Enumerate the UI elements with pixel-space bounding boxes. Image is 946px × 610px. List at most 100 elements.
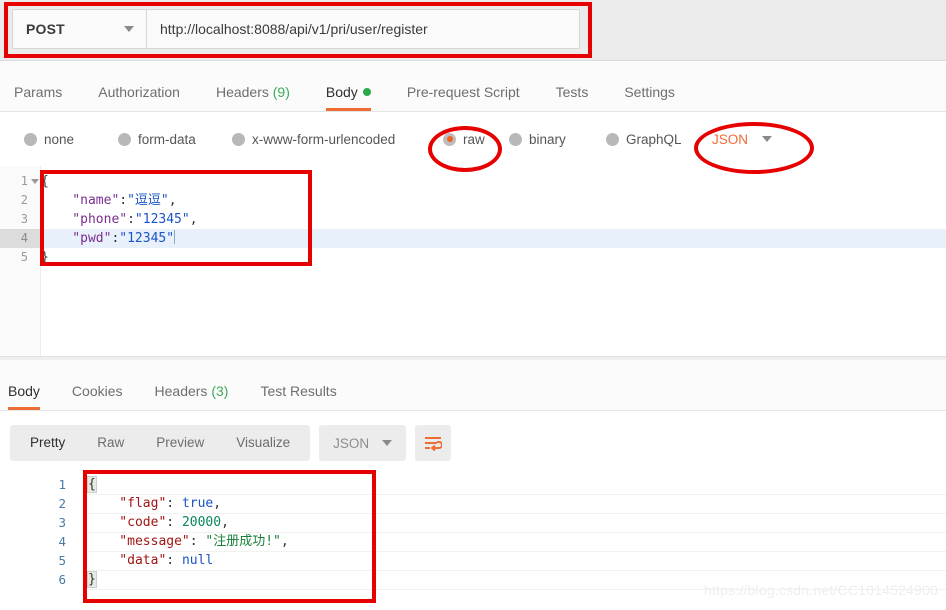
response-tab-count: (3) bbox=[211, 383, 229, 399]
response-tab-body[interactable]: Body bbox=[8, 383, 40, 410]
request-url-bar-band: POST http://localhost:8088/api/v1/pri/us… bbox=[0, 0, 946, 61]
request-code-area[interactable]: { "name":"逗逗", "phone":"12345", "pwd":"1… bbox=[41, 166, 946, 356]
http-method-selector[interactable]: POST bbox=[13, 10, 147, 48]
request-tab-headers[interactable]: Headers (9) bbox=[216, 84, 290, 111]
request-code-line: { bbox=[41, 172, 946, 191]
radio-icon bbox=[443, 132, 456, 146]
request-line-number: 3 bbox=[0, 210, 28, 229]
code-token: : bbox=[166, 553, 182, 568]
request-tab-label: Settings bbox=[624, 84, 675, 100]
word-wrap-icon bbox=[425, 437, 443, 451]
code-token: "12345" bbox=[134, 212, 190, 227]
response-view-preview[interactable]: Preview bbox=[140, 425, 220, 461]
body-type-label: binary bbox=[529, 131, 566, 147]
request-tab-count: (9) bbox=[272, 84, 290, 100]
request-tab-label: Headers bbox=[215, 84, 269, 100]
body-type-label: none bbox=[44, 131, 75, 147]
request-line-number: 5 bbox=[0, 248, 28, 267]
response-code-line: "flag": true, bbox=[88, 494, 946, 513]
body-type-label: x-www-form-urlencoded bbox=[252, 131, 396, 147]
request-tab-label: Body bbox=[325, 84, 358, 100]
response-view-mode-group: Pretty Raw Preview Visualize bbox=[10, 425, 311, 461]
body-type-label: raw bbox=[463, 131, 485, 147]
request-line-number: 2 bbox=[0, 191, 28, 210]
request-tab-label: Authorization bbox=[98, 84, 180, 100]
body-type-row: none form-data x-www-form-urlencoded raw bin… bbox=[0, 112, 946, 166]
chevron-down-icon bbox=[382, 440, 393, 446]
body-type-label: form-data bbox=[138, 131, 196, 147]
body-type-raw[interactable]: raw bbox=[443, 132, 485, 147]
response-line-number: 5 bbox=[58, 553, 66, 568]
raw-format-selector[interactable]: JSON bbox=[712, 132, 773, 147]
request-body-editor[interactable]: 12345 { "name":"逗逗", "phone":"12345", "p… bbox=[0, 166, 946, 356]
request-line-number-text: 1 bbox=[20, 174, 28, 188]
response-tab-test-results[interactable]: Test Results bbox=[260, 383, 336, 410]
body-present-dot-icon bbox=[362, 88, 371, 96]
code-token: "pwd" bbox=[41, 231, 112, 246]
radio-icon bbox=[232, 132, 245, 146]
body-type-x-www-form-urlencoded[interactable]: x-www-form-urlencoded bbox=[232, 132, 395, 147]
response-line-number: 4 bbox=[58, 534, 66, 549]
response-tab-cookies[interactable]: Cookies bbox=[72, 383, 123, 410]
response-tab-label: Headers bbox=[154, 383, 208, 399]
response-code-line: "data": null bbox=[88, 551, 946, 570]
request-tab-bar: Params Authorization Headers (9) Body Pre-re… bbox=[0, 61, 946, 112]
response-tab-label: Test Results bbox=[260, 383, 337, 399]
chevron-down-icon bbox=[124, 26, 134, 32]
radio-icon bbox=[509, 132, 522, 146]
http-method-label: POST bbox=[26, 21, 65, 37]
code-token: "flag" bbox=[88, 496, 167, 511]
radio-icon bbox=[118, 132, 131, 146]
code-token: : bbox=[127, 212, 135, 227]
code-token: : bbox=[166, 496, 182, 511]
body-type-graphql[interactable]: GraphQL bbox=[606, 132, 682, 147]
body-type-none[interactable]: none bbox=[24, 132, 74, 147]
request-tab-label: Params bbox=[14, 84, 63, 100]
response-tab-bar: Body Cookies Headers (3) Test Results bbox=[0, 360, 946, 411]
response-code-line: "message": "注册成功!", bbox=[88, 532, 946, 551]
response-view-raw[interactable]: Raw bbox=[81, 425, 140, 461]
response-body-viewer[interactable]: 1 {2 "flag": true, 3 "code": 20000, 4 "mess… bbox=[0, 468, 946, 610]
response-row-rule bbox=[88, 589, 946, 590]
request-tab-pre-request-script[interactable]: Pre-request Script bbox=[407, 84, 520, 111]
response-format-label: JSON bbox=[333, 435, 370, 451]
code-token: true bbox=[181, 496, 214, 511]
fold-arrow-icon[interactable] bbox=[31, 179, 39, 184]
request-tab-label: Tests bbox=[555, 84, 589, 100]
body-type-binary[interactable]: binary bbox=[509, 132, 566, 147]
request-tab-settings[interactable]: Settings bbox=[624, 84, 675, 111]
body-type-form-data[interactable]: form-data bbox=[118, 132, 196, 147]
code-token: , bbox=[221, 515, 229, 530]
request-tab-body[interactable]: Body bbox=[325, 84, 371, 111]
request-line-number: 4 bbox=[0, 229, 41, 248]
response-view-visualize[interactable]: Visualize bbox=[220, 425, 306, 461]
code-token: "phone" bbox=[41, 212, 128, 227]
response-line-number: 3 bbox=[58, 515, 66, 530]
request-tab-params[interactable]: Params bbox=[14, 84, 62, 111]
response-view-pretty[interactable]: Pretty bbox=[14, 425, 81, 461]
response-format-selector[interactable]: JSON bbox=[319, 425, 407, 461]
radio-icon bbox=[606, 132, 619, 146]
code-token: "12345" bbox=[119, 231, 175, 246]
code-token: "逗逗" bbox=[127, 193, 169, 208]
response-line-number: 2 bbox=[58, 496, 66, 511]
code-token: "message" bbox=[88, 534, 190, 549]
request-tab-label: Pre-request Script bbox=[406, 84, 520, 100]
response-code-line: "code": 20000, bbox=[88, 513, 946, 532]
request-tab-tests[interactable]: Tests bbox=[556, 84, 589, 111]
response-tab-headers[interactable]: Headers (3) bbox=[155, 383, 229, 410]
code-token: "注册成功!" bbox=[205, 534, 281, 549]
request-url-row: POST http://localhost:8088/api/v1/pri/us… bbox=[12, 9, 580, 49]
radio-icon bbox=[24, 132, 37, 146]
request-tab-authorization[interactable]: Authorization bbox=[98, 84, 180, 111]
request-url-input[interactable]: http://localhost:8088/api/v1/pri/user/re… bbox=[147, 10, 579, 48]
code-token: null bbox=[181, 553, 214, 568]
code-token: , bbox=[189, 212, 198, 227]
word-wrap-button[interactable] bbox=[415, 425, 452, 461]
code-token: , bbox=[168, 193, 177, 208]
code-token: } bbox=[41, 250, 49, 265]
code-token: { bbox=[41, 174, 49, 189]
response-line-number: 6 bbox=[58, 572, 66, 587]
code-token: "name" bbox=[41, 193, 120, 208]
chevron-down-icon bbox=[762, 136, 773, 142]
